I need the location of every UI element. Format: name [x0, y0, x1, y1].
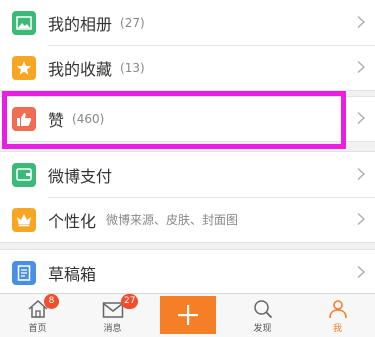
tab-messages[interactable]: 27 消息	[75, 294, 150, 337]
album-label: 我的相册	[48, 14, 113, 34]
envelope-icon	[102, 302, 123, 318]
chevron-right-icon	[357, 110, 365, 129]
menu-item-personalize[interactable]: 个性化 微博来源、皮肤、封面图	[0, 197, 375, 242]
profile-screen: 我的相册 (27) 我的收藏 (13) 赞 (460) 微博支付 个性化 微博来…	[0, 0, 375, 337]
me-label: 我	[332, 324, 342, 334]
favorites-label: 我的收藏	[48, 59, 113, 79]
person-icon	[328, 300, 347, 319]
personalize-label: 个性化	[48, 211, 97, 231]
personalize-sub: 微博来源、皮肤、封面图	[106, 213, 239, 227]
wallet-icon	[12, 162, 36, 187]
menu-item-favorites[interactable]: 我的收藏 (13)	[0, 45, 375, 90]
likes-label: 赞	[48, 111, 65, 130]
album-count: (27)	[120, 15, 145, 30]
drafts-label: 草稿箱	[48, 264, 97, 284]
menu-item-drafts[interactable]: 草稿箱	[0, 250, 375, 295]
discover-label: 发现	[253, 324, 272, 334]
chevron-right-icon	[357, 165, 365, 184]
chevron-right-icon	[357, 58, 365, 77]
chevron-right-icon	[357, 13, 365, 32]
payment-label: 微博支付	[48, 166, 113, 186]
favorites-count: (13)	[120, 60, 145, 75]
tab-add[interactable]	[150, 294, 225, 337]
menu-group-drafts: 草稿箱	[0, 249, 375, 296]
tab-discover[interactable]: 发现	[225, 294, 300, 337]
photo-icon	[12, 10, 36, 35]
menu-item-payment[interactable]: 微博支付	[0, 152, 375, 197]
crown-icon	[12, 207, 36, 232]
add-button[interactable]	[159, 296, 216, 334]
bottom-tab-bar: 8 首页 27 消息 发现 我	[0, 293, 375, 337]
home-badge: 8	[44, 294, 59, 309]
plus-icon	[177, 305, 198, 325]
document-icon	[12, 260, 36, 285]
menu-group-likes: 赞 (460)	[0, 96, 375, 142]
messages-badge: 27	[121, 294, 139, 309]
menu-item-likes[interactable]: 赞 (460)	[0, 97, 375, 141]
tab-home[interactable]: 8 首页	[0, 294, 75, 337]
messages-label: 消息	[103, 324, 122, 334]
likes-count: (460)	[72, 112, 105, 126]
chevron-right-icon	[357, 263, 365, 282]
chevron-right-icon	[357, 210, 365, 229]
tab-me[interactable]: 我	[300, 294, 375, 337]
star-icon	[12, 55, 36, 80]
menu-item-album[interactable]: 我的相册 (27)	[0, 0, 375, 45]
menu-group-settings: 微博支付 个性化 微博来源、皮肤、封面图	[0, 151, 375, 243]
thumbs-up-icon	[12, 107, 36, 131]
menu-group-media: 我的相册 (27) 我的收藏 (13)	[0, 0, 375, 91]
home-label: 首页	[28, 324, 47, 334]
search-icon	[253, 300, 272, 319]
